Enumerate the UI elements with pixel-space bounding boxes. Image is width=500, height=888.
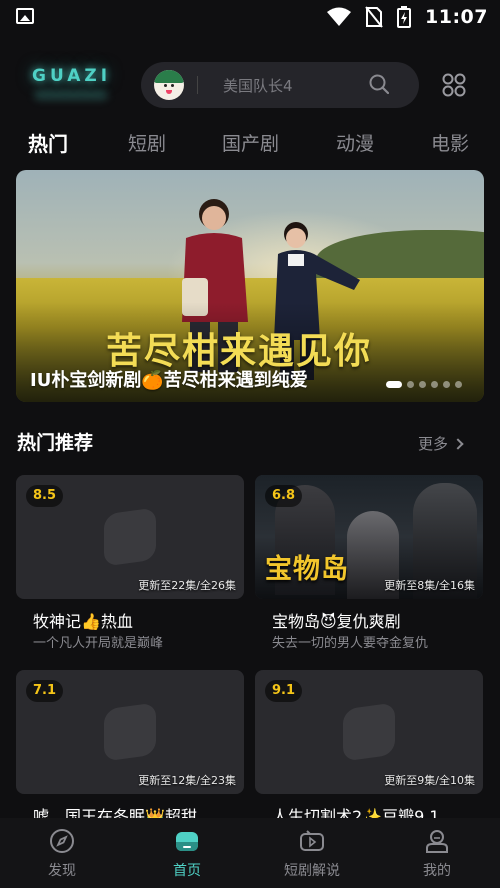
hero-banner[interactable]: 苦尽柑来遇见你 IU朴宝剑新剧🍊苦尽柑来遇到纯爱 <box>16 170 484 402</box>
episode-status: 更新至22集/全26集 <box>138 579 236 592</box>
video-card[interactable]: 宝物岛 6.8 更新至8集/全16集 宝物岛😈复仇爽剧 失去一切的男人要夺金复仇 <box>255 475 483 651</box>
nav-drama-commentary[interactable]: 短剧解说 <box>267 828 357 880</box>
carousel-indicator <box>386 381 462 388</box>
tab-domestic-drama[interactable]: 国产剧 <box>222 129 279 156</box>
carousel-dot <box>431 381 438 388</box>
chevron-right-icon <box>452 437 464 450</box>
mascot-avatar-icon[interactable] <box>154 70 184 100</box>
video-title[interactable]: 牧神记👍热血 <box>33 608 133 632</box>
logo-glow <box>34 90 108 100</box>
bottom-nav: 发现 首页 短剧解说 我的 <box>0 818 500 888</box>
poster-title-art: 宝物岛 <box>265 554 349 585</box>
more-label: 更多 <box>418 435 449 453</box>
tab-movie[interactable]: 电影 <box>431 129 469 156</box>
status-bar: 11:07 <box>0 0 500 36</box>
placeholder-image-icon <box>104 507 156 567</box>
rating-badge: 9.1 <box>265 680 303 702</box>
clock: 11:07 <box>425 6 488 28</box>
category-grid-icon[interactable] <box>441 72 467 98</box>
section-title: 热门推荐 <box>17 432 94 454</box>
video-thumbnail[interactable]: 7.1 更新至12集/全23集 <box>16 670 244 794</box>
video-subtitle: 一个凡人开局就是巅峰 <box>33 636 164 651</box>
tab-anime[interactable]: 动漫 <box>336 129 374 156</box>
nav-label: 我的 <box>423 863 451 879</box>
episode-status: 更新至9集/全10集 <box>384 774 475 787</box>
rating-badge: 7.1 <box>26 680 64 702</box>
video-icon <box>300 830 324 851</box>
search-icon[interactable] <box>369 74 389 94</box>
search-bar[interactable]: 美国队长4 <box>141 62 419 108</box>
rating-badge: 8.5 <box>26 485 64 507</box>
more-link[interactable]: 更多 <box>418 433 464 454</box>
placeholder-image-icon <box>343 702 395 762</box>
nav-label: 短剧解说 <box>284 863 340 879</box>
video-card[interactable]: 7.1 更新至12集/全23集 嘘，国王在冬眠👑超甜 <box>16 670 244 826</box>
search-divider <box>197 76 198 94</box>
user-icon <box>426 830 448 853</box>
compass-icon <box>50 829 74 853</box>
battery-charging-icon <box>397 6 412 28</box>
gallery-notification-icon <box>16 8 34 24</box>
video-thumbnail[interactable]: 9.1 更新至9集/全10集 <box>255 670 483 794</box>
video-subtitle: 失去一切的男人要夺金复仇 <box>272 636 429 651</box>
rating-badge: 6.8 <box>265 485 303 507</box>
no-sim-icon <box>365 6 383 28</box>
video-card[interactable]: 9.1 更新至9集/全10集 人生切割术2✨豆瓣9.1 <box>255 670 483 826</box>
app-logo: GUAZI <box>32 66 112 86</box>
video-thumbnail[interactable]: 宝物岛 6.8 更新至8集/全16集 <box>255 475 483 599</box>
banner-caption: IU朴宝剑新剧🍊苦尽柑来遇到纯爱 <box>30 370 308 391</box>
nav-label: 发现 <box>48 863 76 879</box>
episode-status: 更新至12集/全23集 <box>138 774 236 787</box>
wifi-icon <box>327 7 352 26</box>
search-placeholder[interactable]: 美国队长4 <box>223 75 293 96</box>
video-thumbnail[interactable]: 8.5 更新至22集/全26集 <box>16 475 244 599</box>
status-icons: 11:07 <box>327 6 488 28</box>
video-card[interactable]: 8.5 更新至22集/全26集 牧神记👍热血 一个凡人开局就是巅峰 <box>16 475 244 651</box>
nav-mine[interactable]: 我的 <box>392 828 482 880</box>
episode-status: 更新至8集/全16集 <box>384 579 475 592</box>
carousel-dot <box>386 381 402 388</box>
home-icon <box>176 832 198 851</box>
nav-discover[interactable]: 发现 <box>17 828 107 880</box>
carousel-dot <box>419 381 426 388</box>
tab-hot[interactable]: 热门 <box>28 128 68 157</box>
video-title[interactable]: 宝物岛😈复仇爽剧 <box>272 608 401 632</box>
nav-label: 首页 <box>173 863 201 879</box>
carousel-dot <box>443 381 450 388</box>
carousel-dot <box>455 381 462 388</box>
nav-home[interactable]: 首页 <box>142 828 232 880</box>
carousel-dot <box>407 381 414 388</box>
tab-short-drama[interactable]: 短剧 <box>128 129 166 156</box>
category-tabs: 热门 短剧 国产剧 动漫 电影 <box>0 126 500 158</box>
placeholder-image-icon <box>104 702 156 762</box>
